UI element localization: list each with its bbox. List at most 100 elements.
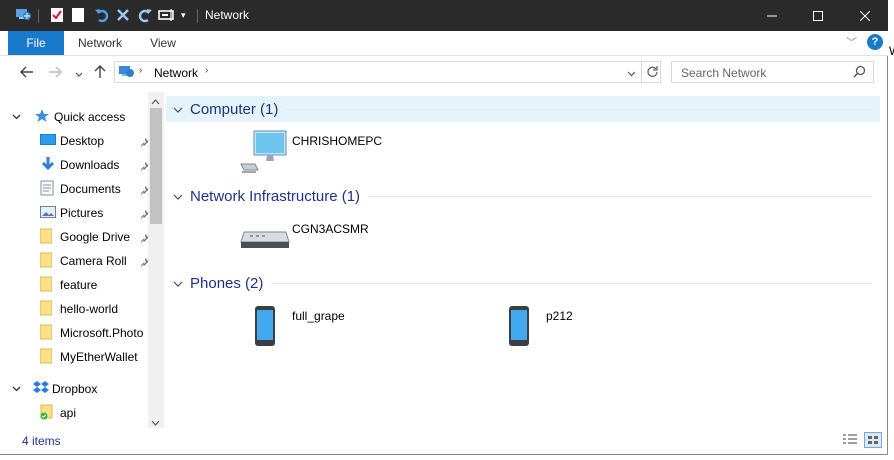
refresh-icon[interactable] (646, 65, 659, 81)
sidebar-item-downloads[interactable]: Downloads (40, 153, 119, 177)
scroll-up-chevron-icon[interactable] (151, 95, 160, 109)
close-button[interactable] (842, 0, 888, 31)
group-header-network-infrastructure[interactable]: Network Infrastructure (1) (166, 183, 880, 209)
group-header-computer[interactable]: Computer (1) (166, 96, 880, 122)
scroll-down-chevron-icon[interactable] (151, 416, 160, 430)
folder-icon (39, 276, 60, 295)
tab-view[interactable]: View (138, 31, 188, 55)
collapse-chevron-icon[interactable] (173, 188, 183, 205)
sidebar-item-hello-world[interactable]: hello-world (39, 297, 119, 321)
rename-icon[interactable] (158, 6, 176, 24)
breadcrumb-chevron-icon[interactable]: › (205, 65, 208, 76)
content-pane: Computer (1) CHRISHOMEPC Network Infrast… (166, 92, 886, 428)
sidebar-item-label: Desktop (60, 134, 105, 148)
title-divider (197, 9, 198, 23)
sidebar-item-label: Microsoft.Photo (60, 326, 144, 340)
search-icon[interactable] (853, 65, 866, 81)
sidebar-item-label: hello-world (60, 302, 119, 316)
up-arrow-icon[interactable] (94, 65, 106, 82)
network-item-p212[interactable]: p212 (508, 305, 573, 349)
folder-icon (39, 348, 60, 367)
dropbox-label: Dropbox (52, 382, 98, 396)
window-title: Network (205, 8, 250, 22)
item-count: 4 items (22, 434, 61, 448)
sidebar-item-label: Camera Roll (60, 254, 127, 268)
sidebar-item-label: MyEtherWallet (60, 350, 138, 364)
search-box[interactable]: Search Network (671, 61, 874, 83)
forward-arrow-icon[interactable] (48, 65, 62, 81)
expand-chevron-icon[interactable] (12, 382, 28, 396)
sidebar-item-microsoft-photo[interactable]: Microsoft.Photo (39, 321, 144, 345)
collapse-chevron-icon[interactable] (173, 101, 183, 118)
back-arrow-icon[interactable] (20, 65, 34, 81)
address-divider (641, 62, 642, 82)
maximize-button[interactable] (795, 0, 841, 31)
documents-icon (40, 180, 60, 199)
delete-icon[interactable] (116, 6, 130, 24)
tab-file[interactable]: File (8, 31, 64, 55)
sidebar-item-label: Downloads (60, 158, 120, 172)
details-view-icon[interactable] (842, 433, 858, 450)
tab-network[interactable]: Network (70, 31, 130, 55)
group-divider (271, 282, 872, 284)
desktop-icon (40, 133, 60, 150)
pictures-icon (40, 205, 60, 222)
address-dropdown-chevron-icon[interactable] (627, 67, 636, 81)
phone-icon (508, 305, 546, 349)
sidebar-item-myetherwallet[interactable]: MyEtherWallet (39, 345, 138, 369)
large-icons-view-icon[interactable] (864, 432, 882, 448)
background-window-text: W (889, 44, 894, 58)
folder-icon (39, 324, 60, 343)
ribbon-bar: File Network View ﹀ ? (0, 31, 888, 56)
group-divider (286, 108, 872, 110)
qa-divider (38, 9, 39, 23)
expand-chevron-icon[interactable] (12, 110, 28, 124)
group-title: Phones (2) (190, 274, 264, 292)
navigation-pane: Quick access Desktop Downloads Documents… (8, 92, 164, 428)
recent-locations-chevron-icon[interactable] (75, 66, 83, 82)
sidebar-item-desktop[interactable]: Desktop (40, 129, 104, 153)
network-item-chrishomepc[interactable]: CHRISHOMEPC (240, 130, 382, 176)
sidebar-item-api[interactable]: api (40, 401, 76, 425)
phone-icon (254, 305, 292, 349)
sidebar-item-label: Google Drive (60, 230, 131, 244)
sidebar-item-documents[interactable]: Documents (40, 177, 121, 201)
item-label: CHRISHOMEPC (292, 134, 383, 148)
network-app-icon (14, 6, 32, 24)
sidebar-item-camera-roll[interactable]: Camera Roll (39, 249, 127, 273)
group-header-phones[interactable]: Phones (2) (166, 270, 880, 296)
network-item-full-grape[interactable]: full_grape (254, 305, 345, 349)
quick-access-row[interactable]: Quick access (12, 105, 125, 129)
search-input[interactable]: Search Network (681, 66, 766, 80)
title-bar: ▾ Network (0, 0, 888, 31)
item-label: CGN3ACSMR (292, 222, 369, 236)
redo-icon[interactable] (137, 6, 153, 24)
network-item-cgn3acsmr[interactable]: CGN3ACSMR (240, 218, 369, 258)
sidebar-item-pictures[interactable]: Pictures (40, 201, 103, 225)
folder-icon (39, 228, 60, 247)
group-divider (368, 195, 872, 197)
download-arrow-icon (40, 156, 60, 175)
sidebar-scroll-thumb[interactable] (150, 108, 162, 224)
help-icon[interactable]: ? (867, 34, 883, 50)
folder-icon (39, 252, 60, 271)
customize-qa-chevron-icon[interactable]: ▾ (181, 6, 186, 24)
group-title: Computer (1) (190, 100, 279, 118)
item-label: full_grape (292, 309, 345, 323)
sidebar-item-feature[interactable]: feature (39, 273, 98, 297)
sidebar-item-label: feature (60, 278, 98, 292)
properties-icon[interactable] (50, 6, 64, 24)
breadcrumb-chevron-icon[interactable]: › (139, 65, 142, 76)
address-bar[interactable]: › Network › (114, 61, 661, 83)
sidebar-item-label: Pictures (60, 206, 104, 220)
dropbox-row[interactable]: Dropbox (12, 377, 97, 401)
dropbox-icon (32, 380, 52, 399)
collapse-chevron-icon[interactable] (173, 275, 183, 292)
explorer-window: ▾ Network File Network View ﹀ ? › Networ… (0, 0, 888, 455)
sidebar-item-google-drive[interactable]: Google Drive (39, 225, 131, 249)
undo-icon[interactable] (94, 6, 110, 24)
breadcrumb-network[interactable]: Network (154, 66, 198, 80)
expand-ribbon-chevron-icon[interactable]: ﹀ (846, 34, 857, 50)
new-folder-icon[interactable] (72, 6, 84, 24)
minimize-button[interactable] (749, 0, 795, 31)
